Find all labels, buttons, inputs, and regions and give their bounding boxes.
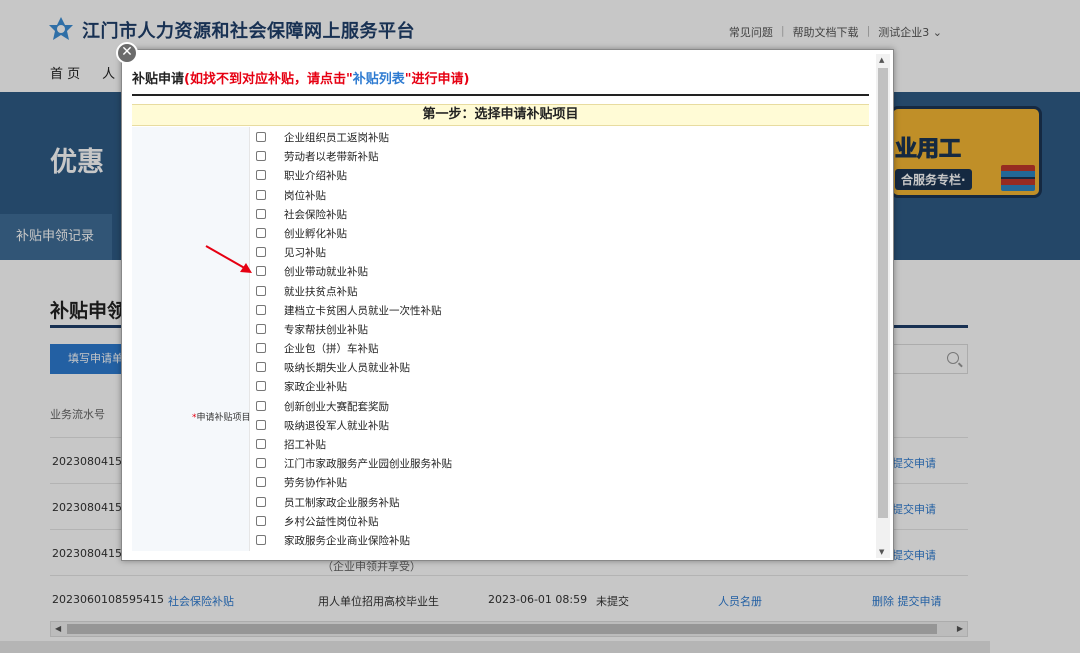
checkbox[interactable] — [256, 132, 266, 142]
list-item[interactable]: 乡村公益性岗位补贴 — [250, 512, 870, 531]
checkbox[interactable] — [256, 458, 266, 469]
option-label[interactable]: 吸纳长期失业人员就业补贴 — [284, 360, 410, 375]
option-label[interactable]: 劳动者以老带新补贴 — [284, 149, 379, 164]
list-item[interactable]: 家政服务企业商业保险补贴 — [250, 531, 870, 550]
list-item[interactable]: 创新创业大赛配套奖励 — [250, 397, 870, 416]
option-label[interactable]: 家政服务企业商业保险补贴 — [284, 533, 410, 548]
option-label[interactable]: 企业组织员工返岗补贴 — [284, 130, 389, 145]
subsidy-list-link[interactable]: 补贴列表 — [353, 72, 405, 87]
list-item[interactable]: 家政企业补贴 — [250, 377, 870, 396]
list-item[interactable]: 江门市家政服务产业园创业服务补贴 — [250, 454, 870, 473]
checkbox[interactable] — [256, 477, 266, 488]
list-item[interactable]: 劳务协作补贴 — [250, 473, 870, 492]
checkbox[interactable] — [256, 419, 266, 430]
list-item[interactable]: 就业扶贫点补贴 — [250, 282, 870, 301]
option-label[interactable]: 乡村公益性岗位补贴 — [284, 514, 379, 529]
checkbox[interactable] — [256, 208, 266, 219]
checkbox[interactable] — [256, 515, 266, 526]
checkbox[interactable] — [256, 439, 266, 449]
option-label[interactable]: 建档立卡贫困人员就业一次性补贴 — [284, 303, 442, 318]
close-icon[interactable]: ✕ — [116, 42, 138, 64]
option-label[interactable]: 创业孵化补贴 — [284, 226, 347, 241]
option-label[interactable]: 见习补贴 — [284, 245, 326, 260]
list-item[interactable]: 吸纳长期失业人员就业补贴 — [250, 358, 870, 377]
checkbox[interactable] — [256, 304, 266, 315]
checkbox[interactable] — [256, 381, 266, 392]
option-label[interactable]: 创业带动就业补贴 — [284, 264, 368, 279]
list-item[interactable]: 建档立卡贫困人员就业一次性补贴 — [250, 301, 870, 320]
scroll-thumb[interactable] — [878, 68, 888, 518]
checkbox[interactable] — [256, 285, 266, 296]
heading-prefix: 补贴申请 — [132, 72, 185, 87]
checkbox[interactable] — [256, 534, 266, 545]
option-label[interactable]: 家政企业补贴 — [284, 379, 347, 394]
list-item[interactable]: 企业包（拼）车补贴 — [250, 339, 870, 358]
option-label[interactable]: 劳务协作补贴 — [284, 475, 347, 490]
option-label[interactable]: 招工补贴 — [284, 437, 326, 452]
list-item[interactable]: 岗位补贴 — [250, 186, 870, 205]
list-item[interactable]: 劳动者以老带新补贴 — [250, 147, 870, 166]
option-label[interactable]: 岗位补贴 — [284, 188, 326, 203]
scroll-up-icon[interactable]: ▲ — [879, 56, 884, 64]
list-item[interactable]: 社会保险补贴 — [250, 205, 870, 224]
option-label[interactable]: 江门市家政服务产业园创业服务补贴 — [284, 456, 452, 471]
option-label[interactable]: 员工制家政企业服务补贴 — [284, 495, 400, 510]
list-item[interactable]: 吸纳退役军人就业补贴 — [250, 416, 870, 435]
checkbox[interactable] — [256, 496, 266, 507]
checkbox[interactable] — [256, 170, 266, 181]
red-arrow-icon — [205, 245, 252, 273]
option-label[interactable]: 社会保险补贴 — [284, 207, 347, 222]
list-item[interactable]: 企业组织员工返岗补贴 — [250, 128, 870, 147]
dialog-heading: 补贴申请(如找不到对应补贴，请点击"补贴列表"进行申请) — [132, 68, 469, 87]
vertical-scrollbar[interactable]: ▲ ▼ — [876, 54, 890, 558]
step-title: 第一步：选择申请补贴项目 — [132, 104, 869, 126]
checkbox[interactable] — [256, 323, 266, 334]
checkbox[interactable] — [256, 362, 266, 373]
checkbox[interactable] — [256, 151, 266, 162]
list-item[interactable]: 见习补贴 — [250, 243, 870, 262]
subsidy-option-list: 企业组织员工返岗补贴 劳动者以老带新补贴 职业介绍补贴 岗位补贴 社会保险补贴 … — [250, 128, 870, 550]
option-label[interactable]: 吸纳退役军人就业补贴 — [284, 418, 389, 433]
option-label[interactable]: 就业扶贫点补贴 — [284, 284, 358, 299]
option-label[interactable]: 企业包（拼）车补贴 — [284, 341, 379, 356]
checkbox[interactable] — [256, 400, 266, 411]
heading-divider — [132, 94, 869, 96]
field-label-text: 申请补贴项目 — [196, 413, 251, 423]
scroll-down-icon[interactable]: ▼ — [879, 548, 884, 556]
heading-hint: (如找不到对应补贴，请点击" — [184, 72, 353, 87]
checkbox[interactable] — [256, 227, 266, 238]
list-item[interactable]: 创业孵化补贴 — [250, 224, 870, 243]
list-item[interactable]: 员工制家政企业服务补贴 — [250, 493, 870, 512]
list-item[interactable]: 职业介绍补贴 — [250, 166, 870, 185]
checkbox[interactable] — [256, 189, 266, 200]
list-item[interactable]: 招工补贴 — [250, 435, 870, 454]
option-label[interactable]: 职业介绍补贴 — [284, 168, 347, 183]
option-label[interactable]: 专家帮扶创业补贴 — [284, 322, 368, 337]
heading-hint-end: "进行申请) — [404, 72, 470, 87]
checkbox[interactable] — [256, 343, 266, 354]
field-label: *申请补贴项目 — [192, 410, 251, 423]
list-item[interactable]: 专家帮扶创业补贴 — [250, 320, 870, 339]
option-label[interactable]: 创新创业大赛配套奖励 — [284, 399, 389, 414]
list-item[interactable]: 创业带动就业补贴 — [250, 262, 870, 281]
subsidy-application-dialog: 补贴申请(如找不到对应补贴，请点击"补贴列表"进行申请) 第一步：选择申请补贴项… — [121, 49, 894, 561]
field-label-cell: *申请补贴项目 — [132, 127, 251, 551]
